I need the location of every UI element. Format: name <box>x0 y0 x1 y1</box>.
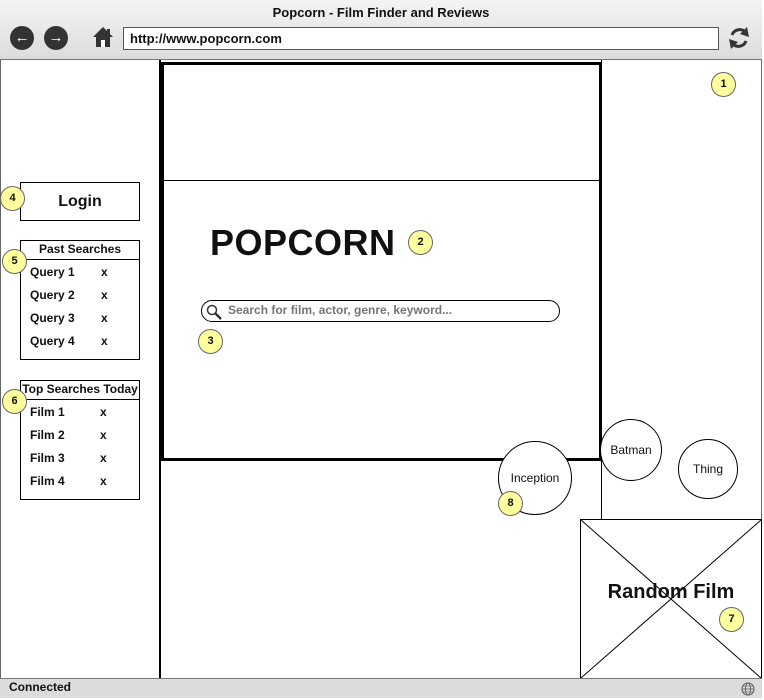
refresh-icon[interactable] <box>727 25 751 51</box>
globe-icon <box>741 682 755 696</box>
random-film-label: Random Film <box>607 581 735 603</box>
status-bar <box>0 678 762 698</box>
remove-past-search-button[interactable]: x <box>101 311 108 325</box>
remove-top-search-button[interactable]: x <box>100 474 107 488</box>
annotation-callout-5: 5 <box>2 249 27 274</box>
past-searches-title: Past Searches <box>21 241 139 260</box>
annotation-callout-4: 4 <box>0 186 25 211</box>
hero-banner-divider <box>162 180 600 181</box>
address-bar[interactable]: http://www.popcorn.com <box>123 27 719 50</box>
remove-top-search-button[interactable]: x <box>100 405 107 419</box>
past-search-item[interactable]: Query 1 <box>30 265 75 279</box>
search-icon <box>206 304 222 320</box>
annotation-callout-2: 2 <box>408 230 433 255</box>
top-search-item[interactable]: Film 2 <box>30 428 65 442</box>
annotation-callout-1: 1 <box>711 72 736 97</box>
search-box[interactable] <box>201 300 560 322</box>
annotation-callout-7: 7 <box>719 607 744 632</box>
top-search-item[interactable]: Film 3 <box>30 451 65 465</box>
annotation-callout-3: 3 <box>198 329 223 354</box>
remove-top-search-button[interactable]: x <box>100 428 107 442</box>
top-search-item[interactable]: Film 4 <box>30 474 65 488</box>
login-button[interactable]: Login <box>20 182 140 221</box>
suggestion-bubble-batman[interactable]: Batman <box>600 419 662 481</box>
suggestion-bubble-thing[interactable]: Thing <box>678 439 738 499</box>
home-icon[interactable] <box>91 25 115 49</box>
window-title: Popcorn - Film Finder and Reviews <box>272 5 490 20</box>
back-arrow-icon[interactable]: ← <box>10 26 34 50</box>
remove-past-search-button[interactable]: x <box>101 288 108 302</box>
past-search-item[interactable]: Query 2 <box>30 288 75 302</box>
top-search-item[interactable]: Film 1 <box>30 405 65 419</box>
remove-top-search-button[interactable]: x <box>100 451 107 465</box>
annotation-callout-6: 6 <box>2 389 27 414</box>
site-logo-heading: POPCORN <box>210 222 396 263</box>
connection-status: Connected <box>9 680 72 694</box>
search-input[interactable] <box>228 303 548 317</box>
annotation-callout-8: 8 <box>498 491 523 516</box>
top-searches-title: Top Searches Today <box>21 381 139 400</box>
past-search-item[interactable]: Query 4 <box>30 334 75 348</box>
remove-past-search-button[interactable]: x <box>101 334 108 348</box>
past-search-item[interactable]: Query 3 <box>30 311 75 325</box>
hero-panel-left-edge <box>161 62 164 461</box>
remove-past-search-button[interactable]: x <box>101 265 108 279</box>
forward-arrow-icon[interactable]: → <box>44 26 68 50</box>
